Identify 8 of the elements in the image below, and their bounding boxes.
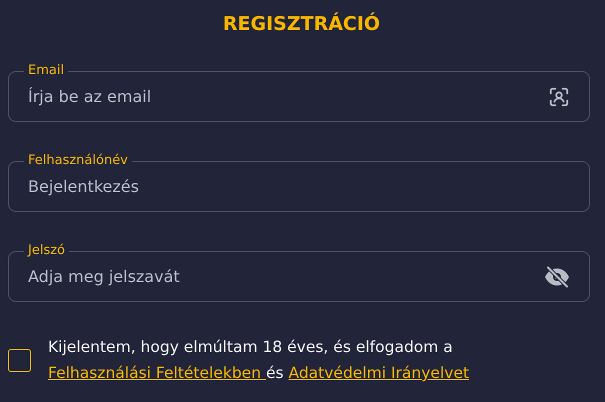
- form-title: REGISZTRÁCIÓ: [222, 11, 382, 37]
- field-label: Jelszó: [24, 244, 69, 258]
- terms-link[interactable]: Felhasználási Feltételekben: [48, 364, 266, 382]
- user-scan-icon[interactable]: [548, 86, 570, 108]
- terms-link[interactable]: Adatvédelmi Irányelvet: [288, 364, 470, 382]
- eye-off-icon[interactable]: [544, 266, 570, 288]
- checkbox[interactable]: [8, 348, 31, 372]
- consent-text: Kijelentem, hogy elmúltam 18 éves, és elfogadom a Felhasználási Feltételekben és Adatvédelmi Irányelvet: [48, 337, 470, 384]
